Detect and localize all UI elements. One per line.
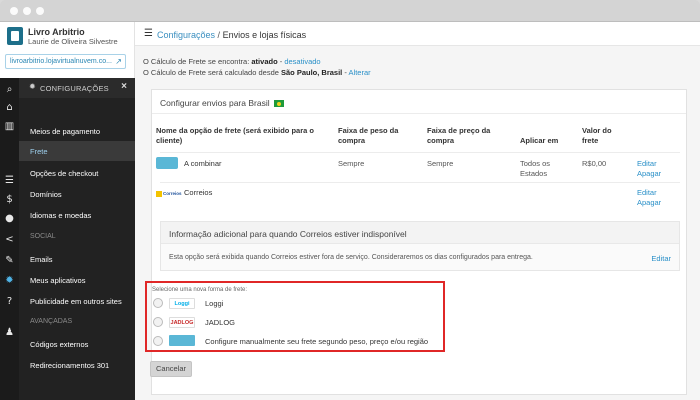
disable-link[interactable]: desativado <box>284 57 320 66</box>
fallback-info-text: Esta opção será exibida quando Correios … <box>169 254 533 261</box>
minimize-dot[interactable] <box>23 7 31 15</box>
truck-icon <box>156 157 178 169</box>
column-header-value: Valor do frete <box>582 126 612 145</box>
breadcrumb-parent[interactable]: Configurações <box>157 30 215 40</box>
store-url-text: livroarbitrio.lojavirtualnuvem.co... <box>10 58 112 65</box>
status-prefix: O Cálculo de Frete se encontra: <box>143 57 252 66</box>
row-name: A combinar <box>184 159 222 168</box>
menu-item-domains[interactable]: Domínios <box>19 184 135 204</box>
column-header-weight: Faixa de peso da compra <box>338 126 399 145</box>
menu-item-checkout[interactable]: Opções de checkout <box>19 163 135 183</box>
menu-item-redirects[interactable]: Redirecionamentos 301 <box>19 355 135 375</box>
loggi-logo: Loggi <box>169 298 195 309</box>
home-icon[interactable]: ⌂ <box>4 102 15 113</box>
dollar-icon[interactable]: $ <box>4 194 15 205</box>
delete-link[interactable]: Apagar <box>637 198 661 208</box>
correios-logo: Correios <box>156 189 182 199</box>
edit-link[interactable]: Editar <box>637 159 657 169</box>
menu-item-emails[interactable]: Emails <box>19 249 135 269</box>
person-icon[interactable]: ♟ <box>4 327 15 338</box>
brazil-flag-icon <box>273 100 284 108</box>
card-title: Configurar envios para Brasil <box>152 90 686 114</box>
user-icon[interactable]: ● <box>4 213 15 224</box>
row-price: Sempre <box>427 159 454 168</box>
breadcrumb-separator: / <box>215 30 223 40</box>
cancel-button[interactable]: Cancelar <box>150 361 192 377</box>
loggi-radio[interactable] <box>153 298 163 308</box>
column-header-price: Faixa de preço da compra <box>427 126 491 145</box>
gear-icon[interactable]: ✹ <box>4 275 15 286</box>
row-weight: Sempre <box>338 159 365 168</box>
change-origin-link[interactable]: Alterar <box>349 68 371 77</box>
settings-menu: ✹ CONFIGURAÇÕES × Meios de pagamento Fre… <box>19 78 135 400</box>
loggi-label: Loggi <box>205 299 224 308</box>
store-title: Livro Arbitrio <box>28 27 85 37</box>
maximize-dot[interactable] <box>36 7 44 15</box>
manual-radio[interactable] <box>153 336 163 346</box>
store-logo-icon <box>7 27 23 45</box>
new-shipping-options: Selecione uma nova forma de frete: Loggi… <box>145 281 445 352</box>
store-owner: Laurie de Oliveira Silvestre <box>28 37 118 46</box>
brush-icon[interactable]: ✎ <box>4 255 15 266</box>
column-header-apply: Aplicar em <box>520 136 559 145</box>
share-icon[interactable]: < <box>4 234 15 245</box>
settings-menu-header: ✹ CONFIGURAÇÕES × <box>19 78 135 98</box>
row-name: Correios <box>184 188 213 197</box>
settings-gear-icon: ✹ <box>29 82 36 91</box>
menu-item-external-codes[interactable]: Códigos externos <box>19 334 135 354</box>
section-social-label: SOCIAL <box>30 233 56 240</box>
list-icon[interactable]: ☰ <box>4 175 15 186</box>
origin-value: São Paulo, Brasil <box>281 68 343 77</box>
delete-link[interactable]: Apagar <box>637 169 661 179</box>
jadlog-radio[interactable] <box>153 317 163 327</box>
browser-frame: Livro Arbitrio Laurie de Oliveira Silves… <box>0 0 700 400</box>
table-row: A combinar Sempre Sempre Todos os Estado… <box>156 152 680 182</box>
menu-item-payment[interactable]: Meios de pagamento <box>19 121 135 141</box>
menu-item-advertising[interactable]: Publicidade em outros sites <box>19 291 135 311</box>
help-icon[interactable]: ? <box>4 296 15 307</box>
card-title-text: Configurar envios para Brasil <box>160 98 270 108</box>
shipping-config-card: Configurar envios para Brasil Nome da op… <box>145 89 687 395</box>
search-icon[interactable]: ⌕ <box>4 84 15 95</box>
origin-prefix: O Cálculo de Frete será calculado desde <box>143 68 281 77</box>
window-controls <box>10 7 44 15</box>
edit-link[interactable]: Editar <box>637 188 657 198</box>
menu-item-shipping[interactable]: Frete <box>19 141 135 161</box>
chart-icon[interactable]: ▥ <box>4 121 15 132</box>
row-value: R$0,00 <box>582 159 607 168</box>
jadlog-label: JADLOG <box>205 318 236 327</box>
origin-status-line: O Cálculo de Frete será calculado desde … <box>143 68 371 77</box>
external-link-icon: ↗ <box>115 57 122 66</box>
table-row: Correios Correios Editar Apagar <box>156 182 680 212</box>
settings-header-label: CONFIGURAÇÕES <box>40 84 109 93</box>
new-option-caption: Selecione uma nova forma de frete: <box>152 287 248 293</box>
section-advanced-label: AVANÇADAS <box>30 318 73 325</box>
fallback-info-title: Informação adicional para quando Correio… <box>161 222 679 244</box>
main-content: ☰ Configurações / Envios e lojas físicas… <box>135 22 700 400</box>
correios-logo-text: Correios <box>163 191 182 196</box>
close-icon[interactable]: × <box>121 81 127 92</box>
close-dot[interactable] <box>10 7 18 15</box>
jadlog-logo: JADLOG <box>169 317 195 328</box>
breadcrumb: Configurações / Envios e lojas físicas <box>157 30 306 40</box>
manual-label: Configure manualmente seu frete segundo … <box>205 337 429 346</box>
store-url-link[interactable]: livroarbitrio.lojavirtualnuvem.co... ↗ <box>5 54 126 69</box>
hamburger-menu-icon[interactable]: ☰ <box>144 28 153 39</box>
status-value: ativado <box>251 57 278 66</box>
icon-rail: ⌕ ⌂ ▥ ☰ $ ● < ✎ ✹ ? ♟ <box>0 78 19 400</box>
manual-shipping-icon <box>169 335 195 346</box>
fallback-edit-link[interactable]: Editar <box>651 254 671 263</box>
row-apply: Todos os Estados <box>520 159 551 178</box>
browser-chrome <box>0 0 700 22</box>
fallback-info-box: Informação adicional para quando Correio… <box>160 221 680 271</box>
shipping-status-line: O Cálculo de Frete se encontra: ativado … <box>143 57 321 66</box>
top-bar: ☰ Configurações / Envios e lojas físicas <box>135 22 700 46</box>
store-brand: Livro Arbitrio Laurie de Oliveira Silves… <box>0 22 135 78</box>
menu-item-languages[interactable]: Idiomas e moedas <box>19 205 135 225</box>
page-title: Envios e lojas físicas <box>222 30 307 40</box>
column-header-name: Nome da opção de frete (será exibido par… <box>156 126 314 145</box>
page-viewport: Livro Arbitrio Laurie de Oliveira Silves… <box>0 22 700 400</box>
menu-item-apps[interactable]: Meus aplicativos <box>19 270 135 290</box>
